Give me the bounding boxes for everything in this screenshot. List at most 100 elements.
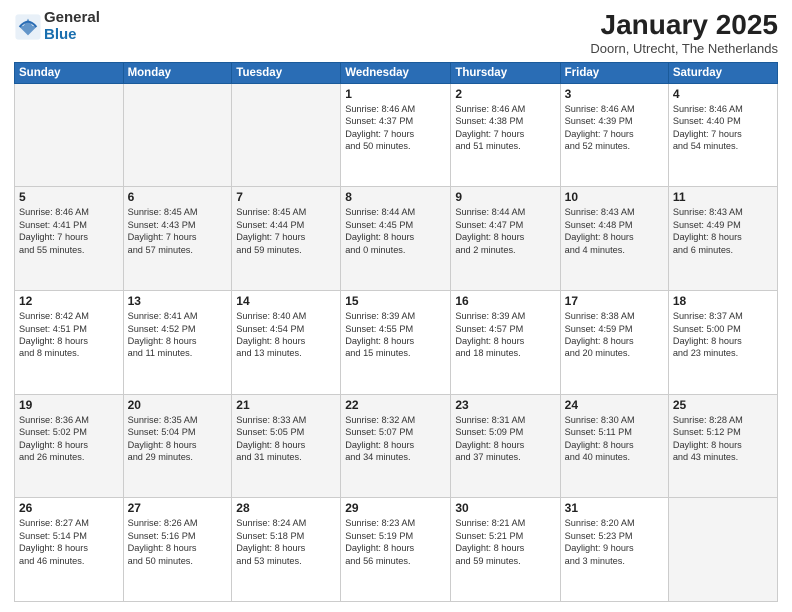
day-number: 18	[673, 294, 773, 308]
day-info: Sunrise: 8:45 AM Sunset: 4:44 PM Dayligh…	[236, 206, 336, 256]
calendar-cell: 25Sunrise: 8:28 AM Sunset: 5:12 PM Dayli…	[668, 394, 777, 498]
day-info: Sunrise: 8:24 AM Sunset: 5:18 PM Dayligh…	[236, 517, 336, 567]
day-number: 8	[345, 190, 446, 204]
day-info: Sunrise: 8:27 AM Sunset: 5:14 PM Dayligh…	[19, 517, 119, 567]
calendar-cell: 1 Sunrise: 8:46 AM Sunset: 4:37 PM Daylig…	[341, 83, 451, 187]
calendar-cell: 27 Sunrise: 8:26 AM Sunset: 5:16 PM Dayli…	[123, 498, 232, 602]
day-number: 13	[128, 294, 228, 308]
day-info: Sunrise: 8:30 AM Sunset: 5:11 PM Dayligh…	[565, 414, 664, 464]
day-number: 27	[128, 501, 228, 515]
calendar-cell: 19 Sunrise: 8:36 AM Sunset: 5:02 PM Dayli…	[15, 394, 124, 498]
day-number: 2	[455, 87, 555, 101]
day-header-friday: Friday	[560, 62, 668, 83]
day-number: 22	[345, 398, 446, 412]
day-number: 5	[19, 190, 119, 204]
week-row-4: 26 Sunrise: 8:27 AM Sunset: 5:14 PM Dayli…	[15, 498, 778, 602]
day-info: Sunrise: 8:36 AM Sunset: 5:02 PM Dayligh…	[19, 414, 119, 464]
day-info: Sunrise: 8:21 AM Sunset: 5:21 PM Dayligh…	[455, 517, 555, 567]
day-info: Sunrise: 8:42 AM Sunset: 4:51 PM Dayligh…	[19, 310, 119, 360]
calendar-cell: 5 Sunrise: 8:46 AM Sunset: 4:41 PM Daylig…	[15, 187, 124, 291]
day-info: Sunrise: 8:26 AM Sunset: 5:16 PM Dayligh…	[128, 517, 228, 567]
day-number: 4	[673, 87, 773, 101]
calendar-cell: 23 Sunrise: 8:31 AM Sunset: 5:09 PM Dayli…	[451, 394, 560, 498]
calendar-cell	[668, 498, 777, 602]
day-number: 1	[345, 87, 446, 101]
logo-general-text: General	[44, 10, 100, 27]
day-number: 17	[565, 294, 664, 308]
calendar-cell: 15 Sunrise: 8:39 AM Sunset: 4:55 PM Dayli…	[341, 291, 451, 395]
calendar-table: SundayMondayTuesdayWednesdayThursdayFrid…	[14, 62, 778, 602]
day-info: Sunrise: 8:46 AM Sunset: 4:37 PM Dayligh…	[345, 103, 446, 153]
day-number: 29	[345, 501, 446, 515]
month-title: January 2025	[590, 10, 778, 41]
day-info: Sunrise: 8:43 AM Sunset: 4:48 PM Dayligh…	[565, 206, 664, 256]
day-info: Sunrise: 8:32 AM Sunset: 5:07 PM Dayligh…	[345, 414, 446, 464]
day-number: 6	[128, 190, 228, 204]
calendar-cell: 24 Sunrise: 8:30 AM Sunset: 5:11 PM Dayli…	[560, 394, 668, 498]
day-number: 11	[673, 190, 773, 204]
day-info: Sunrise: 8:35 AM Sunset: 5:04 PM Dayligh…	[128, 414, 228, 464]
day-number: 19	[19, 398, 119, 412]
week-row-3: 19 Sunrise: 8:36 AM Sunset: 5:02 PM Dayli…	[15, 394, 778, 498]
day-number: 15	[345, 294, 446, 308]
day-info: Sunrise: 8:38 AM Sunset: 4:59 PM Dayligh…	[565, 310, 664, 360]
calendar-cell: 3 Sunrise: 8:46 AM Sunset: 4:39 PM Daylig…	[560, 83, 668, 187]
calendar-cell: 12 Sunrise: 8:42 AM Sunset: 4:51 PM Dayli…	[15, 291, 124, 395]
day-number: 20	[128, 398, 228, 412]
calendar-cell: 14Sunrise: 8:40 AM Sunset: 4:54 PM Dayli…	[232, 291, 341, 395]
calendar-cell: 20 Sunrise: 8:35 AM Sunset: 5:04 PM Dayli…	[123, 394, 232, 498]
day-info: Sunrise: 8:43 AM Sunset: 4:49 PM Dayligh…	[673, 206, 773, 256]
day-info: Sunrise: 8:41 AM Sunset: 4:52 PM Dayligh…	[128, 310, 228, 360]
logo-text: General Blue	[44, 10, 100, 43]
title-block: January 2025 Doorn, Utrecht, The Netherl…	[590, 10, 778, 56]
calendar-cell: 11 Sunrise: 8:43 AM Sunset: 4:49 PM Dayli…	[668, 187, 777, 291]
calendar-cell: 8 Sunrise: 8:44 AM Sunset: 4:45 PM Daylig…	[341, 187, 451, 291]
day-info: Sunrise: 8:46 AM Sunset: 4:40 PM Dayligh…	[673, 103, 773, 153]
day-info: Sunrise: 8:39 AM Sunset: 4:55 PM Dayligh…	[345, 310, 446, 360]
day-info: Sunrise: 8:44 AM Sunset: 4:45 PM Dayligh…	[345, 206, 446, 256]
day-number: 23	[455, 398, 555, 412]
location: Doorn, Utrecht, The Netherlands	[590, 41, 778, 56]
day-info: Sunrise: 8:28 AM Sunset: 5:12 PM Dayligh…	[673, 414, 773, 464]
calendar-cell: 2Sunrise: 8:46 AM Sunset: 4:38 PM Daylig…	[451, 83, 560, 187]
day-header-tuesday: Tuesday	[232, 62, 341, 83]
day-header-sunday: Sunday	[15, 62, 124, 83]
day-header-saturday: Saturday	[668, 62, 777, 83]
day-number: 21	[236, 398, 336, 412]
day-number: 3	[565, 87, 664, 101]
day-number: 16	[455, 294, 555, 308]
day-header-wednesday: Wednesday	[341, 62, 451, 83]
calendar-cell	[15, 83, 124, 187]
calendar-cell: 21Sunrise: 8:33 AM Sunset: 5:05 PM Dayli…	[232, 394, 341, 498]
week-row-0: 1 Sunrise: 8:46 AM Sunset: 4:37 PM Daylig…	[15, 83, 778, 187]
calendar-cell: 29Sunrise: 8:23 AM Sunset: 5:19 PM Dayli…	[341, 498, 451, 602]
day-number: 26	[19, 501, 119, 515]
calendar-cell: 16Sunrise: 8:39 AM Sunset: 4:57 PM Dayli…	[451, 291, 560, 395]
day-info: Sunrise: 8:44 AM Sunset: 4:47 PM Dayligh…	[455, 206, 555, 256]
calendar-cell: 4 Sunrise: 8:46 AM Sunset: 4:40 PM Daylig…	[668, 83, 777, 187]
day-info: Sunrise: 8:31 AM Sunset: 5:09 PM Dayligh…	[455, 414, 555, 464]
calendar-cell: 10 Sunrise: 8:43 AM Sunset: 4:48 PM Dayli…	[560, 187, 668, 291]
calendar-cell: 9 Sunrise: 8:44 AM Sunset: 4:47 PM Daylig…	[451, 187, 560, 291]
calendar-cell: 22 Sunrise: 8:32 AM Sunset: 5:07 PM Dayli…	[341, 394, 451, 498]
logo-icon	[14, 13, 42, 41]
week-row-2: 12 Sunrise: 8:42 AM Sunset: 4:51 PM Dayli…	[15, 291, 778, 395]
day-info: Sunrise: 8:37 AM Sunset: 5:00 PM Dayligh…	[673, 310, 773, 360]
calendar-page: General Blue January 2025 Doorn, Utrecht…	[0, 0, 792, 612]
calendar-cell: 7 Sunrise: 8:45 AM Sunset: 4:44 PM Daylig…	[232, 187, 341, 291]
day-number: 9	[455, 190, 555, 204]
calendar-body: 1 Sunrise: 8:46 AM Sunset: 4:37 PM Daylig…	[15, 83, 778, 601]
day-info: Sunrise: 8:46 AM Sunset: 4:41 PM Dayligh…	[19, 206, 119, 256]
week-row-1: 5 Sunrise: 8:46 AM Sunset: 4:41 PM Daylig…	[15, 187, 778, 291]
day-info: Sunrise: 8:46 AM Sunset: 4:39 PM Dayligh…	[565, 103, 664, 153]
day-number: 12	[19, 294, 119, 308]
day-number: 7	[236, 190, 336, 204]
calendar-cell: 18 Sunrise: 8:37 AM Sunset: 5:00 PM Dayli…	[668, 291, 777, 395]
day-number: 10	[565, 190, 664, 204]
day-info: Sunrise: 8:45 AM Sunset: 4:43 PM Dayligh…	[128, 206, 228, 256]
calendar-cell: 30 Sunrise: 8:21 AM Sunset: 5:21 PM Dayli…	[451, 498, 560, 602]
day-number: 24	[565, 398, 664, 412]
day-number: 28	[236, 501, 336, 515]
day-number: 30	[455, 501, 555, 515]
day-info: Sunrise: 8:40 AM Sunset: 4:54 PM Dayligh…	[236, 310, 336, 360]
